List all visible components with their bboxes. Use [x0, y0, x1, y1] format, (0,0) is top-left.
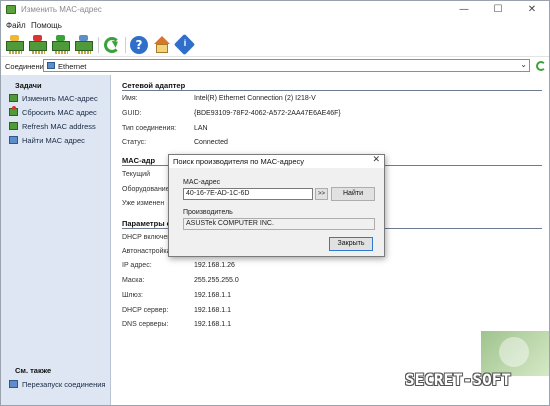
about-button[interactable]: i	[173, 33, 196, 56]
expand-button[interactable]: >>	[315, 188, 328, 200]
mac-current-label: Текущий	[122, 171, 150, 178]
info-icon-glyph: i	[183, 38, 187, 48]
adapter-guid-label: GUID:	[122, 110, 142, 117]
dns-servers-label: DNS серверы:	[122, 321, 169, 328]
ip-address-value: 192.168.1.26	[194, 262, 235, 269]
sidebar-item-label: Перезапуск соединения	[22, 380, 106, 389]
sidebar-item-change-mac[interactable]: Изменить MAC-адрес	[9, 93, 109, 104]
close-button[interactable]: ✕	[515, 1, 549, 19]
tasks-header: Задачи	[15, 81, 42, 90]
home-icon	[154, 36, 170, 44]
sidebar-item-label: Найти MAC адрес	[22, 136, 85, 145]
title-bar[interactable]: Изменить MAC-адрес — ☐ ✕	[1, 1, 549, 19]
minimize-button[interactable]: —	[447, 1, 481, 19]
sidebar-item-label: Изменить MAC-адрес	[22, 94, 98, 103]
nic-refresh-icon	[52, 41, 70, 54]
mac-changed-label: Уже изменен	[122, 200, 165, 207]
chevron-down-icon: ⌄	[520, 60, 527, 69]
window-title: Изменить MAC-адрес	[21, 5, 102, 14]
refresh-mac-button[interactable]	[51, 35, 71, 55]
adapter-name-label: Имя:	[122, 95, 138, 102]
reset-badge-icon	[33, 35, 42, 41]
menu-bar: Файл Помощь	[1, 19, 549, 33]
ip-address-label: IP адрес:	[122, 262, 152, 269]
see-also-header: См. также	[15, 366, 52, 375]
network-icon	[47, 62, 55, 69]
mac-section-title: MAC-адр	[122, 156, 156, 165]
sidebar-item-restart-connection[interactable]: Перезапуск соединения	[9, 379, 109, 390]
dhcp-enabled-label: DHCP включен	[122, 234, 172, 241]
home-button[interactable]	[152, 35, 172, 55]
vendor-lookup-dialog: Поиск производителя по MAC-адресу ✕ MAC-…	[168, 154, 385, 257]
home-icon-body	[156, 44, 168, 53]
vendor-label: Производитель	[183, 209, 233, 216]
nic-change-icon	[6, 41, 24, 54]
vendor-field: ASUSTek COMPUTER INC.	[183, 218, 375, 230]
adapter-section-title: Сетевой адаптер	[122, 81, 186, 90]
dialog-close-icon[interactable]: ✕	[372, 155, 380, 165]
mac-address-label: MAC-адрес	[183, 179, 221, 186]
app-window: Изменить MAC-адрес — ☐ ✕ Файл Помощь ? i…	[0, 0, 550, 406]
adapter-name-value: Intel(R) Ethernet Connection (2) I218-V	[194, 95, 316, 102]
adapter-status-label: Статус:	[122, 139, 147, 146]
nic-icon	[9, 94, 18, 102]
mac-hardware-label: Оборудование	[122, 186, 170, 193]
toolbar-separator	[98, 37, 99, 53]
watermark-text: SECRET-SOFT	[405, 370, 511, 389]
nic-refresh-icon	[9, 122, 18, 130]
maximize-button[interactable]: ☐	[481, 1, 515, 19]
close-dialog-button[interactable]: Закрыть	[329, 237, 373, 251]
connection-bar: Соединение: Ethernet ⌄	[1, 58, 549, 74]
dialog-title-bar[interactable]: Поиск производителя по MAC-адресу ✕	[169, 155, 384, 168]
adapter-type-value: LAN	[194, 125, 208, 132]
toolbar-separator	[125, 37, 126, 53]
find-badge-icon	[79, 35, 88, 41]
sidebar-item-reset-mac[interactable]: Сбросить MAC адрес	[9, 106, 109, 118]
nic-reset-icon	[9, 106, 18, 116]
menu-help[interactable]: Помощь	[31, 21, 62, 30]
find-mac-button[interactable]	[74, 35, 94, 55]
sidebar: Задачи Изменить MAC-адрес Сбросить MAC а…	[1, 75, 111, 405]
connection-refresh-icon[interactable]	[536, 61, 546, 71]
adapter-type-label: Тип соединения:	[122, 125, 177, 132]
pencil-badge-icon	[10, 35, 19, 41]
mac-address-value: 40-16-7E-AD-1C-6D	[186, 190, 250, 197]
mac-address-input[interactable]: 40-16-7E-AD-1C-6D	[183, 188, 313, 200]
params-section-title: Параметры с	[122, 219, 171, 228]
app-icon	[6, 5, 16, 14]
find-button[interactable]: Найти	[331, 187, 375, 201]
nic-find-icon	[9, 136, 18, 144]
dhcp-server-value: 192.168.1.1	[194, 307, 231, 314]
nic-find-icon	[75, 41, 93, 54]
adapter-status-value: Connected	[194, 139, 228, 146]
dns-servers-value: 192.168.1.1	[194, 321, 231, 328]
sidebar-item-find-mac[interactable]: Найти MAC адрес	[9, 135, 109, 146]
change-mac-button[interactable]	[5, 35, 25, 55]
gateway-label: Шлюз:	[122, 292, 143, 299]
help-button[interactable]: ?	[129, 35, 149, 55]
autoconfig-label: Автонастройка	[122, 248, 171, 255]
refresh-icon	[104, 37, 120, 53]
gateway-value: 192.168.1.1	[194, 292, 231, 299]
help-icon: ?	[130, 36, 148, 54]
dialog-title: Поиск производителя по MAC-адресу	[173, 157, 305, 166]
subnet-mask-value: 255.255.255.0	[194, 277, 239, 284]
vendor-value: ASUSTek COMPUTER INC.	[186, 220, 274, 227]
nic-reset-icon	[29, 41, 47, 54]
toolbar: ? i	[1, 33, 549, 57]
menu-file[interactable]: Файл	[6, 21, 26, 30]
refresh-badge-icon	[56, 35, 65, 41]
sidebar-item-label: Refresh MAC address	[22, 122, 96, 131]
connection-value: Ethernet	[58, 62, 87, 71]
subnet-mask-label: Маска:	[122, 277, 145, 284]
sidebar-item-refresh-mac[interactable]: Refresh MAC address	[9, 121, 109, 132]
sidebar-item-label: Сбросить MAC адрес	[22, 108, 97, 117]
dhcp-server-label: DHCP сервер:	[122, 307, 169, 314]
adapter-guid-value: {BDE93109-78F2-4062-A572-2AA47E6AE46F}	[194, 110, 341, 117]
connection-select[interactable]: Ethernet ⌄	[43, 59, 530, 72]
reset-mac-button[interactable]	[28, 35, 48, 55]
refresh-button[interactable]	[102, 35, 122, 55]
network-icon	[9, 380, 18, 388]
section-divider	[122, 90, 542, 91]
